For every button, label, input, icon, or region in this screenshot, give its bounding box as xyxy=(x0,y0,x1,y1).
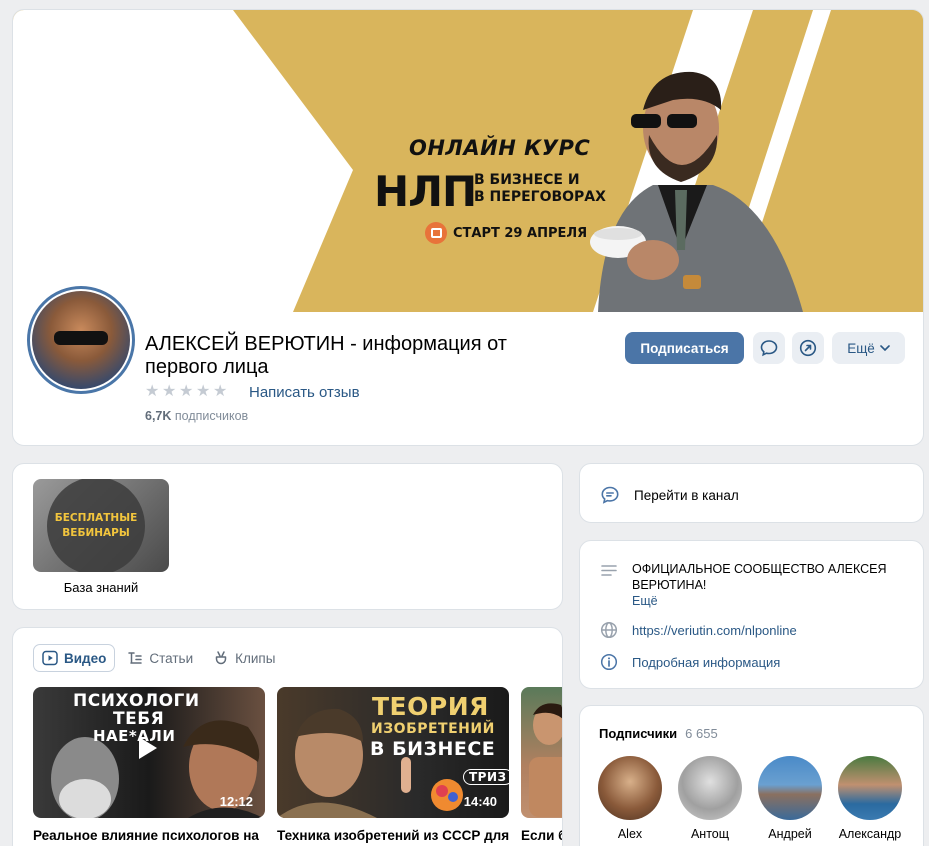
subscriber-name: Антощ xyxy=(690,827,730,841)
cover-graphic xyxy=(13,10,923,312)
video-title[interactable]: Техника изобретений из СССР для xyxy=(277,828,509,843)
star-icon[interactable]: ★ xyxy=(179,383,194,399)
webinars-badge: БЕСПЛАТНЫЕ ВЕБИНАРЫ xyxy=(47,479,145,572)
subscriber-name: Alex xyxy=(617,827,643,841)
subscribers-count[interactable]: 6,7K подписчиков xyxy=(145,409,248,423)
subscribers-number: 6,7K xyxy=(145,409,172,423)
media-tabs: Видео Статьи Клипы xyxy=(33,644,283,672)
subscriber-name: Андрей xyxy=(768,827,812,841)
video-thumb-text-1: ТЕОРИЯ xyxy=(372,692,489,721)
tab-articles[interactable]: Статьи xyxy=(119,644,201,672)
chat-channel-icon xyxy=(601,486,619,504)
globe-icon xyxy=(600,621,618,639)
info-card: ОФИЦИАЛЬНОЕ СООБЩЕСТВО АЛЕКСЕЯ ВЕРЮТИНА!… xyxy=(579,540,924,689)
share-arrow-icon xyxy=(799,339,817,357)
tab-video-label: Видео xyxy=(64,650,107,666)
star-icon[interactable]: ★ xyxy=(145,383,160,399)
chat-bubble-icon xyxy=(760,340,778,357)
subscriber-item[interactable]: Андрей xyxy=(758,756,822,841)
subscriber-item[interactable]: Alex xyxy=(598,756,662,841)
subscribers-title: Подписчики xyxy=(599,726,678,741)
avatar xyxy=(758,756,822,820)
webinars-line2: ВЕБИНАРЫ xyxy=(62,527,130,539)
community-description: ОФИЦИАЛЬНОЕ СООБЩЕСТВО АЛЕКСЕЯ ВЕРЮТИНА! xyxy=(632,562,887,592)
cover-banner: ОНЛАЙН КУРС НЛП В БИЗНЕСЕ И В ПЕРЕГОВОРА… xyxy=(13,10,923,312)
community-header: ОНЛАЙН КУРС НЛП В БИЗНЕСЕ И В ПЕРЕГОВОРА… xyxy=(12,9,924,446)
subscribe-button[interactable]: Подписаться xyxy=(625,332,744,364)
subscriber-item[interactable]: Александр xyxy=(838,756,902,841)
avatar-glasses xyxy=(54,331,108,345)
video-thumb-text-3: В БИЗНЕСЕ xyxy=(370,738,496,760)
video-icon xyxy=(42,650,58,666)
knowledge-base-thumbnail[interactable]: БЕСПЛАТНЫЕ ВЕБИНАРЫ xyxy=(33,479,169,572)
articles-icon xyxy=(128,652,143,664)
website-link[interactable]: https://veriutin.com/nlponline xyxy=(632,623,797,638)
star-icon[interactable]: ★ xyxy=(162,383,177,399)
calendar-icon xyxy=(425,222,447,244)
avatar xyxy=(598,756,662,820)
video-thumb-text-1: ПСИХОЛОГИ xyxy=(73,691,200,711)
details-row[interactable]: Подробная информация xyxy=(600,653,780,671)
community-avatar[interactable] xyxy=(27,286,135,394)
video-thumbnail[interactable] xyxy=(521,687,562,818)
text-lines-icon xyxy=(601,565,617,576)
page-title: АЛЕКСЕЙ ВЕРЮТИН - информация от первого … xyxy=(145,333,507,378)
cover-start-date: СТАРТ 29 АПРЕЛЯ xyxy=(425,222,587,244)
subscribers-card: Подписчики 6 655 Alex Антощ Андрей Алекс… xyxy=(579,705,924,846)
video-duration: 12:12 xyxy=(219,794,253,809)
channel-card[interactable]: Перейти в канал xyxy=(579,463,924,523)
video-badge: ТРИЗ xyxy=(463,769,509,785)
go-to-channel-row[interactable]: Перейти в канал xyxy=(600,485,739,505)
cover-subtitle-line1: В БИЗНЕСЕ И xyxy=(474,172,580,188)
video-thumbnail-art xyxy=(529,703,562,817)
chevron-down-icon xyxy=(880,345,890,351)
write-review-link[interactable]: Написать отзыв xyxy=(249,384,360,401)
cover-nlp: НЛП xyxy=(374,167,477,216)
tab-video[interactable]: Видео xyxy=(33,644,116,672)
cover-start-text: СТАРТ 29 АПРЕЛЯ xyxy=(453,225,588,241)
video-thumb-text-3: НАЕ*АЛИ xyxy=(93,727,176,745)
message-button[interactable] xyxy=(753,332,785,364)
video-thumbnail[interactable]: ПСИХОЛОГИ ТЕБЯ НАЕ*АЛИ 12:12 xyxy=(33,687,265,818)
description-more-link[interactable]: Ещё xyxy=(632,594,902,608)
tab-clips-label: Клипы xyxy=(235,650,276,666)
clips-icon xyxy=(215,651,227,665)
tab-articles-label: Статьи xyxy=(149,650,194,666)
details-link[interactable]: Подробная информация xyxy=(632,655,780,670)
cover-course-label: ОНЛАЙН КУРС xyxy=(409,136,591,160)
subscriber-name: Александр xyxy=(838,827,902,841)
more-button[interactable]: Ещё xyxy=(832,332,905,364)
more-button-label: Ещё xyxy=(847,340,875,356)
share-button[interactable] xyxy=(792,332,824,364)
knowledge-base-label[interactable]: База знаний xyxy=(33,580,169,595)
subscribers-label: подписчиков xyxy=(174,409,249,423)
info-icon xyxy=(600,653,618,671)
webinars-line1: БЕСПЛАТНЫЕ xyxy=(54,512,138,524)
video-thumbnail[interactable]: ТЕОРИЯ ИЗОБРЕТЕНИЙ В БИЗНЕСЕ ТРИЗ 14:40 xyxy=(277,687,509,818)
avatar xyxy=(838,756,902,820)
video-thumb-text-2: ТЕБЯ xyxy=(113,709,165,729)
subscribers-list: Alex Антощ Андрей Александр xyxy=(598,756,902,841)
star-icon[interactable]: ★ xyxy=(213,383,228,399)
video-thumb-text-2: ИЗОБРЕТЕНИЙ xyxy=(371,721,495,737)
go-to-channel-label: Перейти в канал xyxy=(634,487,739,503)
tab-clips[interactable]: Клипы xyxy=(205,644,283,672)
cover-subtitle: В БИЗНЕСЕ И В ПЕРЕГОВОРАХ xyxy=(474,172,606,206)
media-card: Видео Статьи Клипы ПСИХОЛОГИ ТЕБЯ НАЕ*АЛ… xyxy=(12,627,563,846)
video-duration: 14:40 xyxy=(463,794,497,809)
rating-stars[interactable]: ★ ★ ★ ★ ★ xyxy=(145,383,228,399)
description-row: ОФИЦИАЛЬНОЕ СООБЩЕСТВО АЛЕКСЕЯ ВЕРЮТИНА!… xyxy=(600,561,902,608)
website-row[interactable]: https://veriutin.com/nlponline xyxy=(600,621,797,639)
subscribers-total: 6 655 xyxy=(685,726,718,741)
knowledge-base-card: БЕСПЛАТНЫЕ ВЕБИНАРЫ База знаний xyxy=(12,463,563,610)
cover-subtitle-line2: В ПЕРЕГОВОРАХ xyxy=(474,189,606,205)
video-title[interactable]: Реальное влияние психологов на xyxy=(33,828,259,843)
video-title[interactable]: Если б xyxy=(521,828,562,843)
play-icon xyxy=(139,737,157,759)
subscriber-item[interactable]: Антощ xyxy=(678,756,742,841)
star-icon[interactable]: ★ xyxy=(196,383,211,399)
avatar xyxy=(678,756,742,820)
subscribers-header[interactable]: Подписчики 6 655 xyxy=(599,726,718,741)
